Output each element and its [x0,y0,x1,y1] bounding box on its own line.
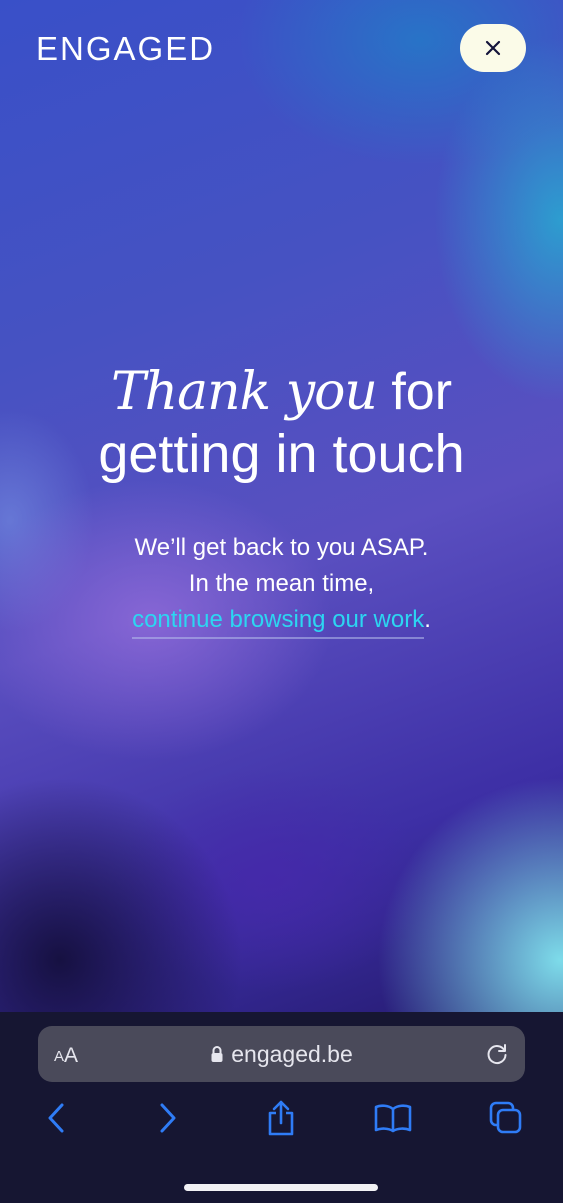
message-line-3: continue browsing our work. [0,602,563,639]
back-icon [48,1103,64,1133]
url-display[interactable]: engaged.be [38,1026,525,1082]
address-bar[interactable]: AA engaged.be [38,1026,525,1082]
tabs-icon [489,1101,522,1134]
reload-icon [487,1044,507,1064]
browser-chrome: AA engaged.be [0,1012,563,1203]
close-button[interactable] [460,24,526,72]
heading-serif-text: Thank you [110,362,378,422]
message-line-2: In the mean time, [188,570,375,597]
heading-line-1: Thank you for [0,360,563,423]
engaged-logo[interactable]: ENGAGED [36,30,215,68]
share-icon [268,1100,294,1136]
forward-icon [160,1103,176,1133]
lock-icon [210,1045,224,1063]
home-indicator[interactable] [184,1184,378,1191]
message-line-1: We’ll get back to you ASAP. [134,534,429,561]
back-button[interactable] [36,1098,76,1138]
bookmarks-button[interactable] [373,1098,413,1138]
forward-button[interactable] [148,1098,188,1138]
tabs-button[interactable] [486,1098,526,1138]
reload-button[interactable] [484,1041,510,1067]
screen: ENGAGED Thank you for getting in touch W… [0,0,563,1203]
share-button[interactable] [261,1098,301,1138]
url-text: engaged.be [231,1040,353,1067]
browser-toolbar [0,1098,563,1138]
heading-line-1-rest: for [376,363,453,421]
continue-browsing-link[interactable]: continue browsing our work [132,606,425,639]
confirmation-message: We’ll get back to you ASAP. In the mean … [0,530,563,639]
heading-line-2: getting in touch [98,424,465,484]
close-icon [485,40,501,56]
gradient-hero: ENGAGED Thank you for getting in touch W… [0,0,563,1012]
bookmarks-icon [374,1104,412,1133]
message-period: . [424,606,431,633]
thank-you-heading: Thank you for getting in touch [0,360,563,485]
